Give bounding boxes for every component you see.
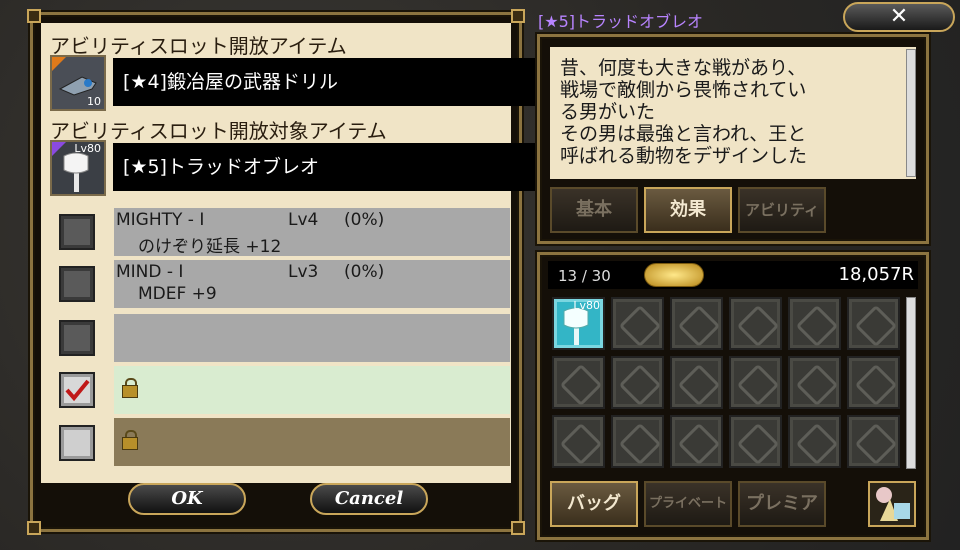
ability-slot-3[interactable] [114,314,510,362]
ability-effect: MDEF +9 [138,284,217,304]
description-line: る男がいた [560,101,656,123]
tab-premium[interactable]: プレミア [738,481,826,527]
corner-ornament [511,521,525,535]
inventory-slot-empty[interactable] [847,297,900,350]
inventory-slot-empty[interactable] [552,356,605,409]
checkmark-icon [65,379,90,402]
item-count: 10 [87,95,101,108]
corner-ornament [27,9,41,23]
ability-level: Lv3 [288,262,319,282]
inventory-slot-empty[interactable] [847,356,900,409]
description-scrollbar[interactable] [906,49,916,177]
inventory-slot-empty[interactable] [611,356,664,409]
description-line: 戦場で敵側から畏怖されてい [560,79,807,101]
inventory-slot-empty[interactable] [729,297,782,350]
coin-icon [644,263,704,287]
inventory-slot-empty[interactable] [611,415,664,468]
inventory-header: 13 / 30 18,057R [548,261,918,289]
inventory-panel: 13 / 30 18,057R Lv80 バッグ プライベート プレミア [537,252,929,540]
tab-ability[interactable]: アビリティ [738,187,826,233]
inventory-slot-empty[interactable] [611,297,664,350]
inventory-slot-empty[interactable] [729,356,782,409]
cancel-button[interactable]: Cancel [310,483,428,515]
inventory-slot-empty[interactable] [729,415,782,468]
axe-icon[interactable]: Lv80 [50,140,106,196]
inventory-slot-empty[interactable] [788,356,841,409]
lock-icon [122,430,138,450]
ability-level: Lv4 [288,210,319,230]
inventory-slot-empty[interactable] [552,415,605,468]
inventory-slot-empty[interactable] [788,415,841,468]
inventory-slot-axe[interactable]: Lv80 [552,297,605,350]
tab-effect[interactable]: 効果 [644,187,732,233]
ability-slot-2[interactable]: MIND - I Lv3 (0%) MDEF +9 [114,260,510,308]
inventory-scrollbar[interactable] [906,297,916,469]
inventory-count: 13 / 30 [558,267,611,285]
slot-checkbox-3[interactable] [59,320,95,356]
slot-checkbox-2[interactable] [59,266,95,302]
ability-percent: (0%) [344,262,385,282]
item-detail-panel: 昔、何度も大きな戦があり、 戦場で敵側から畏怖されてい る男がいた その男は最強… [537,34,929,244]
slot-checkbox-1[interactable] [59,214,95,250]
ability-slot-5-locked[interactable] [114,418,510,466]
description-line: 呼ばれる動物をデザインした [560,145,808,167]
sort-shapes-icon[interactable] [868,481,916,527]
description-line: 昔、何度も大きな戦があり、 [560,57,807,79]
slot-checkbox-5[interactable] [59,425,95,461]
target-item-name: [★5]トラッドオブレオ [113,143,538,191]
ability-slot-1[interactable]: MIGHTY - I Lv4 (0%) のけぞり延長 +12 [114,208,510,257]
item-description: 昔、何度も大きな戦があり、 戦場で敵側から畏怖されてい る男がいた その男は最強… [550,47,916,179]
tab-private[interactable]: プライベート [644,481,732,527]
inventory-slot-empty[interactable] [670,415,723,468]
item-level: Lv80 [573,299,600,312]
item-level: Lv80 [74,142,101,155]
inventory-slot-empty[interactable] [847,415,900,468]
ability-name: MIND - I [116,262,184,282]
tab-bag[interactable]: バッグ [550,481,638,527]
inventory-slot-empty[interactable] [788,297,841,350]
ok-button[interactable]: OK [128,483,246,515]
slot-checkbox-4[interactable] [59,372,95,408]
description-line: その男は最強と言われ、王と [560,123,807,145]
ability-slot-4-locked[interactable] [114,366,510,414]
corner-ornament [27,521,41,535]
tab-basic[interactable]: 基本 [550,187,638,233]
drill-icon[interactable]: 10 [50,55,106,111]
ability-effect: のけぞり延長 +12 [138,237,282,257]
lock-icon [122,378,138,398]
ability-percent: (0%) [344,210,385,230]
ability-name: MIGHTY - I [116,210,205,230]
corner-ornament [511,9,525,23]
close-button[interactable]: ✕ [843,2,955,32]
item-detail-title: [★5]トラッドオブレオ [538,12,704,31]
inventory-slot-empty[interactable] [670,356,723,409]
unlock-item-name: [★4]鍛冶屋の武器ドリル [113,58,538,106]
money-amount: 18,057R [838,264,915,285]
inventory-slot-empty[interactable] [670,297,723,350]
